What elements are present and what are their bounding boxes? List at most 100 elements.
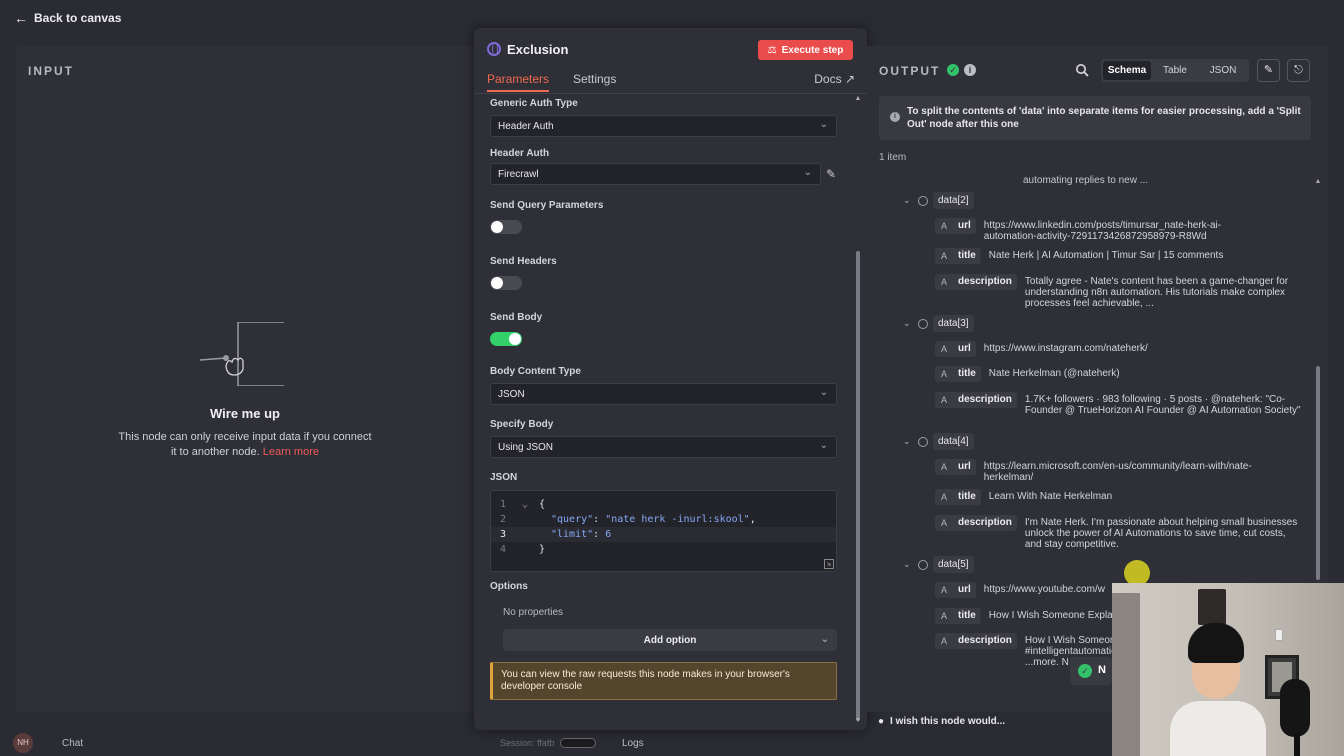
scroll-up-icon[interactable]: ▲ — [854, 95, 862, 102]
schema-row[interactable]: Adescription Totally agree - Nate's conte… — [935, 274, 1301, 309]
node-title[interactable]: Exclusion — [507, 42, 568, 57]
object-icon — [918, 318, 928, 329]
schema-row[interactable]: Aurl https://learn.microsoft.com/en-us/co… — [935, 459, 1264, 483]
row-value: Totally agree - Nate's content has been … — [1024, 276, 1289, 309]
schema-row[interactable]: Atitle Nate Herkelman (@nateherk) — [935, 366, 1269, 382]
toast-letter: N — [1098, 664, 1106, 676]
tab-settings[interactable]: Settings — [573, 72, 616, 90]
chevron-down-icon[interactable]: ⌄ — [903, 318, 913, 329]
header-auth-select[interactable]: Firecrawl ⌄ — [490, 163, 821, 185]
schema-group-data-2[interactable]: ⌄ data[2] — [903, 192, 974, 209]
schema-row[interactable]: Atitle Nate Herk | AI Automation | Timur … — [935, 248, 1269, 264]
arrow-left-icon: ← — [14, 10, 28, 26]
view-schema-button[interactable]: Schema — [1103, 61, 1151, 80]
logs-tab[interactable]: Logs — [622, 738, 644, 749]
string-type-icon: A — [935, 392, 953, 408]
generic-auth-type-select[interactable]: Header Auth ⌄ — [490, 115, 837, 137]
fold-chevron-icon[interactable]: ⌄ — [522, 497, 528, 512]
json-code-editor[interactable]: 1 ⌄ { 2 "query": "nate herk -inurl:skool… — [490, 490, 837, 572]
view-json-button[interactable]: JSON — [1199, 61, 1247, 80]
row-value: 1.7K+ followers · 983 following · 5 post… — [1024, 394, 1301, 416]
send-query-parameters-label: Send Query Parameters — [490, 200, 604, 211]
session-toggle[interactable] — [560, 738, 596, 748]
chat-tab[interactable]: Chat — [62, 738, 83, 749]
lightbulb-icon: ● — [878, 716, 885, 727]
back-label: Back to canvas — [34, 11, 122, 25]
back-to-canvas-button[interactable]: ← Back to canvas — [14, 11, 121, 25]
output-header: OUTPUT ✓ i Schema Table JSON ✎ ⎋ — [867, 46, 1328, 94]
chevron-down-icon[interactable]: ⌄ — [903, 195, 913, 206]
code-open-brace: { — [539, 499, 546, 510]
scroll-thumb[interactable] — [1316, 366, 1320, 580]
row-key: description — [953, 274, 1017, 290]
expand-editor-icon[interactable]: ⇲ — [824, 559, 834, 569]
line-number: 3 — [500, 529, 507, 540]
code-line: 1 ⌄ { — [491, 497, 836, 512]
row-value: Learn With Nate Herkelman — [988, 491, 1113, 502]
send-query-parameters-toggle[interactable] — [490, 220, 522, 234]
schema-row[interactable]: Adescription 1.7K+ followers · 983 follow… — [935, 392, 1301, 416]
row-value: https://learn.microsoft.com/en-us/commun… — [983, 461, 1252, 483]
output-label: OUTPUT — [879, 64, 941, 78]
row-value: Nate Herkelman (@nateherk) — [988, 368, 1120, 379]
output-scrollbar[interactable]: ▲ — [1314, 178, 1322, 582]
pin-data-icon[interactable]: ⎋ — [1287, 59, 1310, 82]
row-key: title — [953, 366, 981, 382]
line-number: 4 — [500, 544, 507, 555]
schema-group-data-3[interactable]: ⌄ data[3] — [903, 315, 974, 332]
chevron-down-icon: ⌄ — [820, 634, 829, 645]
node-panel-scrollbar[interactable]: ▲ ▼ — [854, 95, 862, 729]
row-key: description — [953, 515, 1017, 531]
tab-parameters[interactable]: Parameters — [487, 72, 550, 92]
object-icon — [918, 559, 928, 570]
schema-group-data-4[interactable]: ⌄ data[4] — [903, 433, 974, 450]
scroll-down-icon[interactable]: ▼ — [854, 717, 862, 724]
send-headers-toggle[interactable] — [490, 276, 522, 290]
chevron-down-icon[interactable]: ⌄ — [903, 559, 913, 570]
schema-row[interactable]: Atitle Learn With Nate Herkelman — [935, 489, 1269, 505]
schema-row[interactable]: Aurl https://www.instagram.com/nateherk/ — [935, 341, 1264, 357]
group-key: data[5] — [933, 556, 974, 573]
info-icon[interactable]: i — [964, 64, 976, 76]
node-settings-panel: Exclusion ⚖ Execute step Parameters Sett… — [474, 28, 867, 730]
body-content-type-value: JSON — [498, 389, 525, 400]
wire-me-up-description: This node can only receive input data if… — [118, 431, 372, 458]
string-type-icon: A — [935, 274, 953, 290]
execute-step-button[interactable]: ⚖ Execute step — [758, 40, 853, 60]
schema-row[interactable]: Aurl https://www.linkedin.com/posts/timur… — [935, 218, 1264, 242]
chevron-down-icon: ⌄ — [819, 440, 828, 451]
object-icon — [918, 436, 928, 447]
docs-link[interactable]: Docs ↗ — [814, 72, 855, 86]
line-number: 2 — [500, 514, 507, 525]
search-icon[interactable] — [1075, 63, 1089, 77]
json-label: JSON — [490, 472, 518, 483]
schema-row[interactable]: Adescription I'm Nate Herk. I'm passionat… — [935, 515, 1301, 550]
send-body-label: Send Body — [490, 312, 543, 323]
chevron-down-icon[interactable]: ⌄ — [903, 436, 913, 447]
scroll-thumb[interactable] — [856, 251, 860, 721]
edit-credential-pencil-icon[interactable]: ✎ — [826, 167, 840, 181]
body-content-type-select[interactable]: JSON ⌄ — [490, 383, 837, 405]
row-key: url — [953, 218, 976, 234]
toggle-knob — [491, 221, 503, 233]
chevron-down-icon: ⌄ — [803, 167, 812, 178]
toggle-knob — [491, 277, 503, 289]
feedback-link[interactable]: ● I wish this node would... — [878, 716, 1005, 727]
avatar[interactable]: NH — [13, 733, 33, 753]
success-check-icon: ✓ — [1078, 664, 1092, 678]
add-option-button[interactable]: Add option ⌄ — [503, 629, 837, 651]
edit-output-pencil-icon[interactable]: ✎ — [1257, 59, 1280, 82]
scroll-up-icon[interactable]: ▲ — [1314, 178, 1322, 185]
feedback-label: I wish this node would... — [890, 716, 1006, 727]
specify-body-select[interactable]: Using JSON ⌄ — [490, 436, 837, 458]
view-table-button[interactable]: Table — [1151, 61, 1199, 80]
send-body-toggle[interactable] — [490, 332, 522, 346]
string-type-icon: A — [935, 366, 953, 382]
session-label: Session: ffafb — [500, 738, 555, 748]
learn-more-link[interactable]: Learn more — [263, 446, 319, 458]
string-type-icon: A — [935, 633, 953, 649]
object-icon — [918, 195, 928, 206]
row-key: url — [953, 341, 976, 357]
split-out-tip-text: To split the contents of 'data' into sep… — [907, 106, 1301, 130]
schema-group-data-5[interactable]: ⌄ data[5] — [903, 556, 974, 573]
